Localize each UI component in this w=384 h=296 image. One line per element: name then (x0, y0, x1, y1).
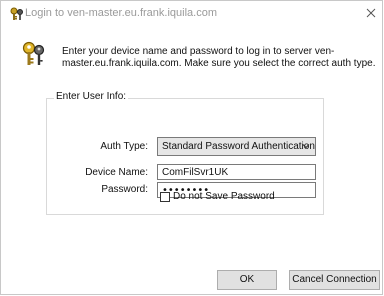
chevron-down-icon (301, 141, 311, 151)
window-title: Login to ven-master.eu.frank.iquila.com (25, 7, 217, 19)
auth-type-select[interactable]: Standard Password Authentication (157, 137, 316, 156)
cancel-connection-button[interactable]: Cancel Connection (289, 270, 380, 290)
password-label: Password: (101, 184, 148, 195)
user-info-group-title: Enter User Info: (54, 91, 129, 102)
do-not-save-password-checkbox[interactable] (160, 192, 170, 202)
title-bar: Login to ven-master.eu.frank.iquila.com (1, 1, 384, 27)
device-name-field[interactable]: ComFilSvr1UK (157, 164, 316, 180)
auth-type-value: Standard Password Authentication (162, 141, 315, 152)
keys-icon (21, 41, 47, 67)
login-instructions: Enter your device name and password to l… (62, 46, 376, 69)
login-dialog: Login to ven-master.eu.frank.iquila.com … (0, 0, 383, 295)
auth-type-label: Auth Type: (100, 141, 148, 152)
keys-icon (10, 7, 24, 21)
close-icon[interactable] (363, 5, 379, 21)
do-not-save-password-label[interactable]: Do not Save Password (173, 191, 275, 202)
device-name-label: Device Name: (85, 167, 148, 178)
ok-button[interactable]: OK (217, 270, 277, 290)
